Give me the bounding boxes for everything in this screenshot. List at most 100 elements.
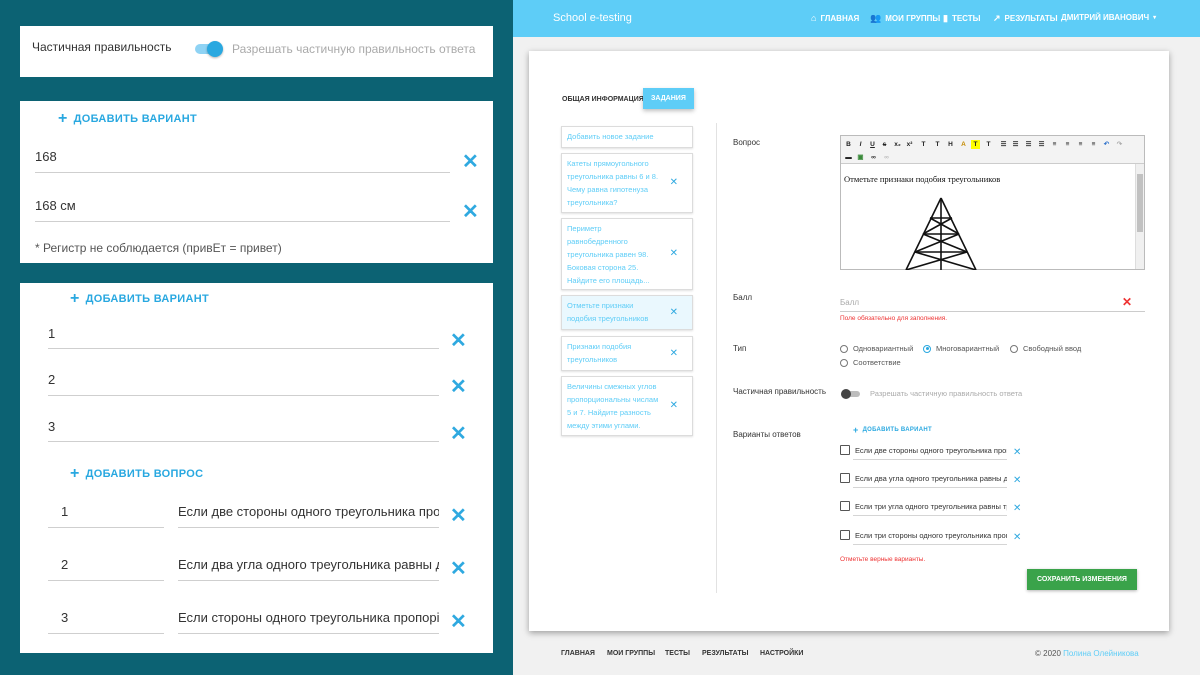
highlight-icon[interactable]: T — [971, 140, 980, 149]
radio-free-input[interactable]: Свободный ввод — [1010, 344, 1081, 353]
score-input[interactable]: Балл — [840, 298, 859, 307]
font-size-icon[interactable]: T — [933, 140, 942, 149]
align-right-icon[interactable]: ≡ — [1076, 140, 1085, 149]
question-rich-editor[interactable]: B I U s x₂ x² T T H A T T ☰ ☰ ☰ ☰ ≡ ≡ ≡ … — [840, 135, 1145, 270]
answer-field[interactable]: 168 см — [35, 198, 76, 213]
question-text-field[interactable]: Если две стороны одного треугольника про — [178, 504, 439, 519]
user-menu[interactable]: ДМИТРИЙ ИВАНОВИЧ ▾ — [1061, 13, 1156, 22]
nav-home[interactable]: ⌂ ГЛАВНАЯ — [811, 13, 859, 23]
underline-icon[interactable]: U — [868, 140, 877, 149]
partial-correctness-toggle[interactable] — [195, 41, 223, 57]
question-text-field[interactable]: Если два угла одного треугольника равны … — [178, 557, 439, 572]
radio-multiple[interactable]: Многовариантный — [923, 344, 999, 353]
option-text[interactable]: Если три угла одного треугольника равны … — [855, 502, 1007, 511]
close-icon[interactable]: ✕ — [450, 559, 467, 579]
close-icon[interactable]: ✕ — [670, 399, 678, 412]
italic-icon[interactable]: I — [856, 140, 865, 149]
option-text[interactable]: Если две стороны одного треугольника про… — [855, 446, 1007, 455]
numbered-list-icon[interactable]: ☰ — [1011, 140, 1020, 149]
option-checkbox[interactable] — [840, 473, 850, 483]
score-label: Балл — [733, 293, 753, 302]
align-center-icon[interactable]: ≡ — [1063, 140, 1072, 149]
add-question-button[interactable]: + ДОБАВИТЬ ВОПРОС — [70, 466, 203, 482]
variant-field[interactable]: 1 — [48, 326, 55, 341]
footer-results-link[interactable]: РЕЗУЛЬТАТЫ — [702, 650, 748, 657]
footer-tests-link[interactable]: ТЕСТЫ — [665, 650, 690, 657]
editor-scrollbar[interactable] — [1135, 164, 1144, 269]
close-icon[interactable]: ✕ — [1013, 532, 1021, 543]
close-icon[interactable]: ✕ — [462, 152, 479, 172]
question-text[interactable]: Отметьте признаки подобия треугольников — [844, 174, 1000, 184]
type-label: Тип — [733, 344, 747, 353]
bold-icon[interactable]: B — [844, 140, 853, 149]
question-text-field[interactable]: Если стороны одного треугольника пропорі — [178, 610, 439, 625]
question-number-field[interactable]: 3 — [61, 610, 68, 625]
close-icon[interactable]: ✕ — [670, 247, 678, 260]
close-icon[interactable]: ✕ — [670, 176, 678, 189]
footer-home-link[interactable]: ГЛАВНАЯ — [561, 650, 595, 657]
author-link[interactable]: Полина Олейникова — [1063, 649, 1139, 658]
task-item[interactable]: Величины смежных углов пропорциональны ч… — [561, 376, 693, 436]
nav-my-groups[interactable]: 👥 МОИ ГРУППЫ — [870, 13, 940, 24]
case-insensitive-note: * Регистр не соблюдается (привЕт = приве… — [35, 241, 282, 255]
link-icon[interactable]: ∞ — [869, 153, 878, 162]
heading-icon[interactable]: H — [946, 140, 955, 149]
radio-matching[interactable]: Соответствие — [840, 358, 901, 367]
task-item[interactable]: Периметр равнобедренного треугольника ра… — [561, 218, 693, 290]
close-icon[interactable]: ✕ — [450, 506, 467, 526]
add-variant-button[interactable]: + ДОБАВИТЬ ВАРИАНТ — [70, 291, 209, 307]
task-item[interactable]: Признаки подобия треугольников ✕ — [561, 336, 693, 371]
close-icon[interactable]: ✕ — [450, 331, 467, 351]
subscript-icon[interactable]: x₂ — [893, 140, 902, 149]
option-text[interactable]: Если два угла одного треугольника равны … — [855, 474, 1007, 483]
close-icon[interactable]: ✕ — [462, 202, 479, 222]
align-justify-icon[interactable]: ≡ — [1089, 140, 1098, 149]
add-task-button[interactable]: Добавить новое задание — [561, 126, 693, 148]
undo-icon[interactable]: ↶ — [1102, 140, 1111, 149]
superscript-icon[interactable]: x² — [905, 140, 914, 149]
footer-settings-link[interactable]: НАСТРОЙКИ — [760, 650, 803, 657]
close-icon[interactable]: ✕ — [1013, 475, 1021, 486]
close-icon[interactable]: ✕ — [1013, 447, 1021, 458]
partial-toggle[interactable] — [841, 389, 861, 399]
option-checkbox[interactable] — [840, 445, 850, 455]
option-checkbox[interactable] — [840, 501, 850, 511]
variant-field[interactable]: 2 — [48, 372, 55, 387]
add-variant-button[interactable]: + ДОБАВИТЬ ВАРИАНТ — [853, 425, 932, 435]
task-item-active[interactable]: Отметьте признаки подобия треугольников … — [561, 295, 693, 330]
task-item[interactable]: Катеты прямоугольного треугольника равны… — [561, 153, 693, 213]
align-left-icon[interactable]: ≡ — [1050, 140, 1059, 149]
footer-groups-link[interactable]: МОИ ГРУППЫ — [607, 650, 655, 657]
close-icon[interactable]: ✕ — [450, 377, 467, 397]
close-icon[interactable]: ✕ — [450, 424, 467, 444]
variant-field[interactable]: 3 — [48, 419, 55, 434]
redo-icon[interactable]: ↷ — [1115, 140, 1124, 149]
text-color-icon[interactable]: A — [959, 140, 968, 149]
close-icon[interactable]: ✕ — [670, 306, 678, 319]
nav-results[interactable]: ↗ РЕЗУЛЬТАТЫ — [993, 13, 1058, 24]
brand-logo[interactable]: School e-testing — [553, 12, 632, 24]
tab-tasks[interactable]: ЗАДАНИЯ — [643, 88, 694, 109]
unlink-icon[interactable]: ∞ — [882, 153, 891, 162]
add-variant-button[interactable]: + ДОБАВИТЬ ВАРИАНТ — [58, 111, 197, 127]
font-icon[interactable]: T — [919, 140, 928, 149]
close-icon[interactable]: ✕ — [1013, 503, 1021, 514]
indent-icon[interactable]: ☰ — [1037, 140, 1046, 149]
outdent-icon[interactable]: ☰ — [1024, 140, 1033, 149]
nav-tests[interactable]: ▮ ТЕСТЫ — [943, 13, 980, 24]
clear-format-icon[interactable]: T — [984, 140, 993, 149]
save-button[interactable]: СОХРАНИТЬ ИЗМЕНЕНИЯ — [1027, 569, 1137, 590]
question-number-field[interactable]: 1 — [61, 504, 68, 519]
tab-general-info[interactable]: ОБЩАЯ ИНФОРМАЦИЯ — [562, 96, 644, 103]
close-icon[interactable]: ✕ — [450, 612, 467, 632]
bullet-list-icon[interactable]: ☰ — [999, 140, 1008, 149]
answer-field[interactable]: 168 — [35, 149, 57, 164]
question-number-field[interactable]: 2 — [61, 557, 68, 572]
radio-single[interactable]: Одновариантный — [840, 344, 913, 353]
option-checkbox[interactable] — [840, 530, 850, 540]
hr-icon[interactable]: ▬ — [844, 153, 853, 162]
option-text[interactable]: Если три стороны одного треугольника про… — [855, 531, 1007, 540]
image-icon[interactable]: ▣ — [856, 153, 865, 162]
strike-icon[interactable]: s — [880, 140, 889, 149]
close-icon[interactable]: ✕ — [670, 347, 678, 360]
